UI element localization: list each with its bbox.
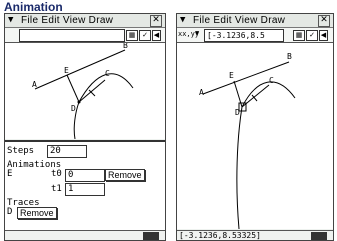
point-label-a: A (199, 88, 204, 97)
menu-bar: ▼ File Edit View Draw ✕ (177, 14, 333, 28)
point-label-c: C (105, 69, 110, 78)
segment-ed (66, 74, 80, 103)
steps-label: Steps (7, 146, 35, 156)
t0-input[interactable]: 0 (65, 169, 105, 182)
menu-items[interactable]: File Edit View Draw (193, 14, 285, 27)
point-label-d: D (71, 104, 76, 113)
geometry-figure: A B C D E (199, 52, 296, 230)
point-label-b: B (123, 43, 128, 50)
status-bar: [-3.1236,8.53325] (177, 230, 333, 240)
steps-input[interactable]: 20 (47, 145, 87, 158)
coordinate-field[interactable]: [-3.1236,8.5 (204, 29, 284, 42)
status-bar (5, 230, 165, 240)
geometry-canvas[interactable]: A B C D E (177, 43, 333, 230)
segment-ab (34, 49, 126, 90)
close-icon[interactable]: ✕ (318, 15, 330, 27)
menu-dropdown-icon[interactable]: ▼ (180, 14, 185, 27)
geometry-figure: A B C D E (32, 41, 134, 140)
animation-panel: Steps 20 Animations E t0 0 Remove t1 1 T… (5, 140, 165, 232)
left-arrow-icon[interactable]: ◀ (319, 30, 328, 41)
check-icon[interactable]: ✓ (306, 30, 318, 41)
menu-items[interactable]: File Edit View Draw (21, 14, 113, 27)
animated-point: E (7, 169, 13, 179)
point-label-e: E (229, 71, 234, 80)
point-label-a: A (32, 80, 37, 89)
coordinate-readout: [-3.1236,8.53325] (179, 231, 261, 240)
trace-curve-lower (236, 106, 243, 230)
point-label-d: D (235, 108, 240, 117)
point-label-b: B (287, 52, 292, 61)
point-label-e: E (64, 66, 69, 75)
close-icon[interactable]: ✕ (150, 15, 162, 27)
check-icon[interactable]: ✓ (139, 30, 151, 41)
grid-icon[interactable]: ▦ (126, 30, 138, 41)
chevron-down-icon[interactable]: ▼ (195, 29, 199, 37)
toolbar-input[interactable] (19, 29, 125, 42)
remove-trace-button[interactable]: Remove (17, 207, 57, 219)
toolbar: ▦ ✓ ◀ (5, 28, 165, 43)
segment-ab (202, 61, 290, 95)
t1-label: t1 (51, 184, 62, 194)
toolbar: xx,yy ▼ [-3.1236,8.5 ▦ ✓ ◀ (177, 28, 333, 43)
grid-icon[interactable]: ▦ (293, 30, 305, 41)
geometry-canvas[interactable]: A B C D E (5, 41, 165, 140)
left-calculator-screen: ▼ File Edit View Draw ✕ ▦ ✓ ◀ A B C D E … (4, 13, 166, 241)
menu-bar: ▼ File Edit View Draw ✕ (5, 14, 165, 28)
trace-point: D (7, 207, 13, 217)
battery-icon (311, 232, 327, 240)
page-title: Animation (4, 0, 63, 14)
right-calculator-screen: ▼ File Edit View Draw ✕ xx,yy ▼ [-3.1236… (176, 13, 334, 241)
t0-label: t0 (51, 169, 62, 179)
remove-animation-button[interactable]: Remove (105, 169, 145, 181)
trace-curve-upper (78, 73, 134, 103)
point-label-c: C (269, 76, 274, 85)
t1-input[interactable]: 1 (65, 183, 105, 196)
left-arrow-icon[interactable]: ◀ (152, 30, 161, 41)
battery-icon (143, 232, 159, 240)
menu-dropdown-icon[interactable]: ▼ (8, 14, 13, 27)
